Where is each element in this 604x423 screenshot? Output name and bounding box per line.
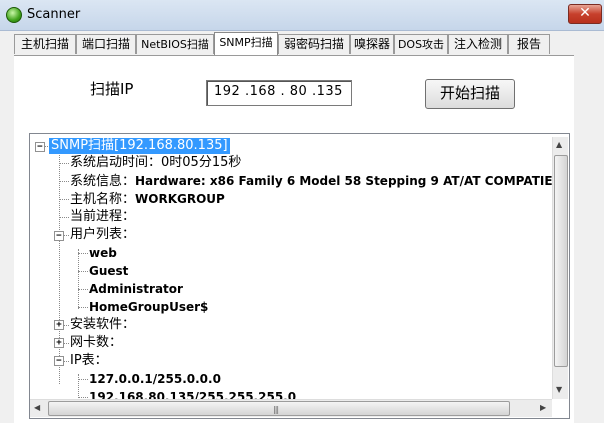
- tree-trunk-line: [59, 152, 60, 384]
- horizontal-scrollbar[interactable]: ◀ ||| ▶: [30, 399, 552, 417]
- tree-connector: [64, 361, 69, 362]
- hostname-value: WORKGROUP: [135, 192, 225, 206]
- tree-item-hostname[interactable]: 主机名称：WORKGROUP: [70, 191, 225, 208]
- scan-ip-label: 扫描IP: [90, 80, 134, 98]
- tree-connector: [64, 343, 69, 344]
- tree-connector: [59, 199, 69, 200]
- tree-connector: [59, 163, 69, 164]
- tab-netbios-scan[interactable]: NetBIOS扫描: [136, 34, 214, 54]
- app-icon: [6, 7, 22, 23]
- users-collapse-toggle[interactable]: −: [54, 231, 64, 241]
- tree-item-sysinfo[interactable]: 系统信息：Hardware: x86 Family 6 Model 58 Ste…: [70, 173, 553, 190]
- hostname-label: 主机名称：: [70, 192, 136, 207]
- tree-item-software[interactable]: 安装软件：: [70, 317, 135, 333]
- tree-connector: [78, 307, 88, 308]
- scroll-down-arrow-icon[interactable]: ▼: [556, 385, 562, 394]
- tree-connector: [59, 181, 69, 182]
- tree-item-nic-count[interactable]: 网卡数：: [70, 335, 122, 351]
- vertical-scroll-thumb[interactable]: [554, 155, 568, 367]
- tab-report[interactable]: 报告: [508, 34, 550, 54]
- uptime-value: 0时05分15秒: [161, 155, 242, 170]
- window-title: Scanner: [27, 7, 81, 22]
- vertical-scrollbar[interactable]: ▲ ▼: [552, 137, 568, 399]
- tab-injection[interactable]: 注入检测: [448, 34, 508, 54]
- scroll-up-arrow-icon[interactable]: ▲: [556, 140, 562, 149]
- tree-connector: [64, 325, 69, 326]
- user-item[interactable]: Administrator: [89, 281, 183, 297]
- ip-address-value: 192 .168 . 80 .135: [214, 84, 343, 99]
- tab-snmp-scan[interactable]: SNMP扫描: [214, 32, 278, 55]
- users-branch-line: [78, 249, 79, 309]
- tab-dos-attack[interactable]: DOS攻击: [394, 34, 448, 54]
- scroll-grip-icon: |||: [273, 405, 279, 414]
- tab-sniffer[interactable]: 嗅探器: [350, 34, 394, 54]
- horizontal-scroll-thumb[interactable]: |||: [48, 401, 510, 416]
- tree-connector: [78, 289, 88, 290]
- tree-connector: [64, 235, 69, 236]
- scroll-left-arrow-icon[interactable]: ◀: [34, 403, 40, 412]
- tree-connector: [78, 271, 88, 272]
- ip-address-input[interactable]: 192 .168 . 80 .135: [206, 80, 352, 106]
- tree-item-ip-table[interactable]: IP表：: [70, 353, 108, 369]
- title-bar: Scanner ✕: [0, 0, 604, 31]
- tree-connector: [78, 253, 88, 254]
- user-item[interactable]: web: [89, 245, 117, 261]
- tree-item-users[interactable]: 用户列表：: [70, 227, 135, 243]
- tab-host-scan[interactable]: 主机扫描: [14, 34, 76, 54]
- sysinfo-label: 系统信息：: [70, 174, 136, 189]
- sysinfo-value: Hardware: x86 Family 6 Model 58 Stepping…: [135, 174, 553, 188]
- uptime-label: 系统启动时间：: [70, 155, 162, 170]
- root-collapse-toggle[interactable]: −: [35, 142, 45, 152]
- ip-entry[interactable]: 127.0.0.1/255.0.0.0: [89, 371, 221, 387]
- start-scan-button[interactable]: 开始扫描: [425, 79, 515, 109]
- user-item[interactable]: Guest: [89, 263, 128, 279]
- tree-connector: [59, 217, 69, 218]
- ip-table-collapse-toggle[interactable]: −: [54, 356, 64, 366]
- result-tree[interactable]: − SNMP扫描[192.168.80.135] 系统启动时间：0时05分15秒…: [29, 133, 570, 419]
- tab-bar: 主机扫描 端口扫描 NetBIOS扫描 SNMP扫描 弱密码扫描 嗅探器 DOS…: [14, 32, 574, 55]
- nic-expand-toggle[interactable]: +: [54, 338, 64, 348]
- tree-root-node[interactable]: SNMP扫描[192.168.80.135]: [49, 138, 230, 154]
- tab-weak-password[interactable]: 弱密码扫描: [278, 34, 350, 54]
- tree-item-uptime[interactable]: 系统启动时间：0时05分15秒: [70, 155, 241, 171]
- close-button[interactable]: ✕: [568, 4, 602, 24]
- scroll-right-arrow-icon[interactable]: ▶: [540, 403, 546, 412]
- software-expand-toggle[interactable]: +: [54, 320, 64, 330]
- user-item[interactable]: HomeGroupUser$: [89, 299, 208, 315]
- tree-connector: [78, 379, 88, 380]
- tree-item-processes[interactable]: 当前进程：: [70, 209, 135, 225]
- tab-port-scan[interactable]: 端口扫描: [76, 34, 136, 54]
- tree-connector: [78, 397, 88, 398]
